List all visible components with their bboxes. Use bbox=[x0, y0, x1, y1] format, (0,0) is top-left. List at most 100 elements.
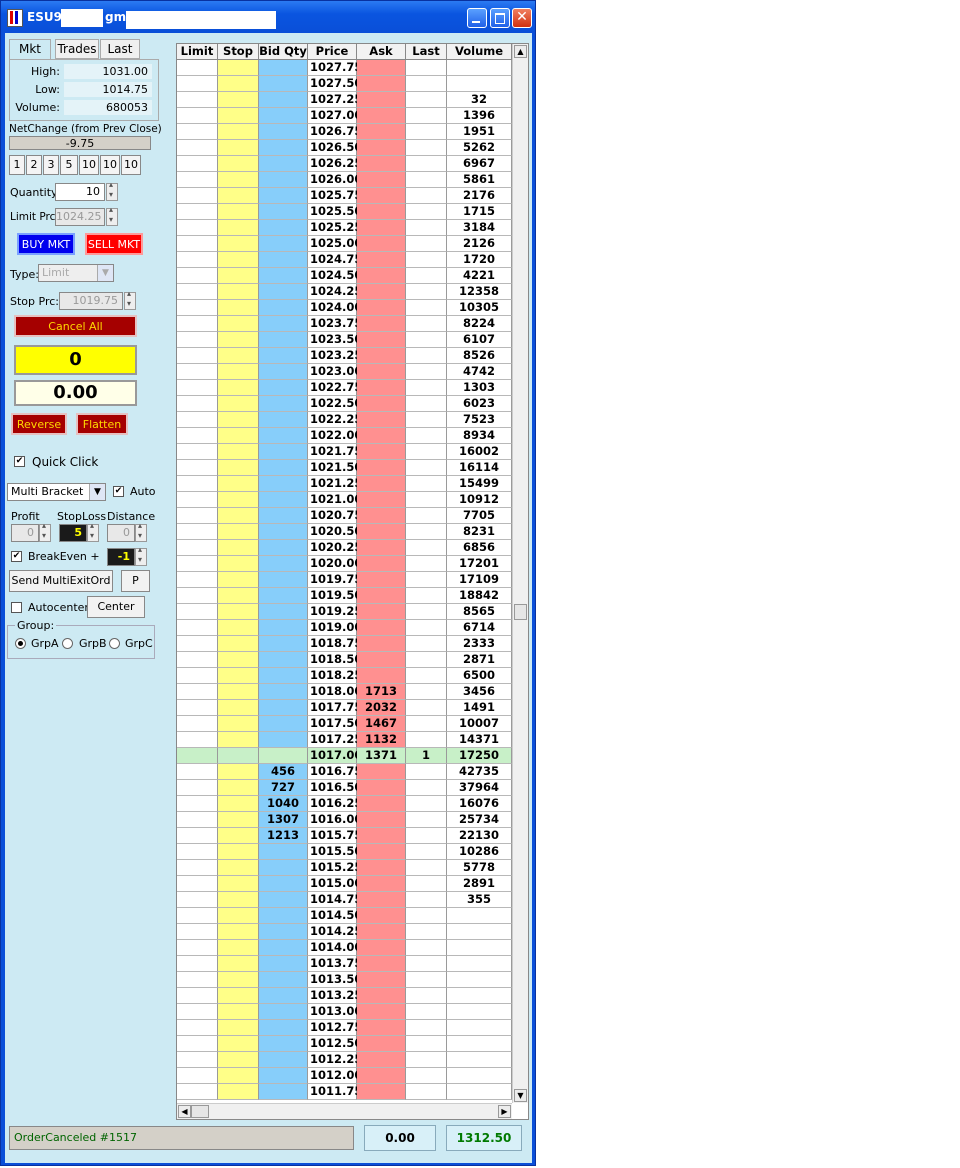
bid-qty-cell[interactable] bbox=[259, 732, 308, 748]
bid-qty-cell[interactable] bbox=[259, 604, 308, 620]
vertical-scrollbar[interactable]: ▲ ▼ bbox=[512, 44, 528, 1103]
stop-cell[interactable] bbox=[218, 188, 259, 204]
limit-cell[interactable] bbox=[177, 668, 218, 684]
ask-qty-cell[interactable]: 1713 bbox=[357, 684, 406, 700]
limit-cell[interactable] bbox=[177, 924, 218, 940]
bid-qty-cell[interactable] bbox=[259, 236, 308, 252]
stop-cell[interactable] bbox=[218, 844, 259, 860]
bid-qty-cell[interactable] bbox=[259, 364, 308, 380]
limit-cell[interactable] bbox=[177, 332, 218, 348]
ask-qty-cell[interactable] bbox=[357, 1020, 406, 1036]
ask-qty-cell[interactable] bbox=[357, 156, 406, 172]
ask-qty-cell[interactable] bbox=[357, 668, 406, 684]
bid-qty-cell[interactable] bbox=[259, 380, 308, 396]
group-radio-a[interactable] bbox=[15, 638, 26, 649]
limit-cell[interactable] bbox=[177, 876, 218, 892]
stop-cell[interactable] bbox=[218, 156, 259, 172]
ask-qty-cell[interactable] bbox=[357, 428, 406, 444]
autocenter-checkbox[interactable] bbox=[11, 602, 22, 613]
bid-qty-cell[interactable] bbox=[259, 748, 308, 764]
ask-qty-cell[interactable] bbox=[357, 796, 406, 812]
limit-cell[interactable] bbox=[177, 348, 218, 364]
stop-cell[interactable] bbox=[218, 284, 259, 300]
ask-qty-cell[interactable]: 1371 bbox=[357, 748, 406, 764]
ask-qty-cell[interactable] bbox=[357, 316, 406, 332]
bid-qty-cell[interactable] bbox=[259, 140, 308, 156]
stop-cell[interactable] bbox=[218, 236, 259, 252]
bid-qty-cell[interactable]: 456 bbox=[259, 764, 308, 780]
bid-qty-cell[interactable] bbox=[259, 876, 308, 892]
qty-button-10b[interactable]: 10 bbox=[100, 155, 120, 175]
bracket-mode-select[interactable]: Multi Bracket ▼ bbox=[7, 483, 106, 501]
stop-cell[interactable] bbox=[218, 172, 259, 188]
ask-qty-cell[interactable] bbox=[357, 1052, 406, 1068]
bid-qty-cell[interactable] bbox=[259, 300, 308, 316]
bid-qty-cell[interactable] bbox=[259, 924, 308, 940]
bid-qty-cell[interactable] bbox=[259, 348, 308, 364]
stop-cell[interactable] bbox=[218, 380, 259, 396]
tab-last[interactable]: Last bbox=[100, 39, 140, 59]
scroll-up-button[interactable]: ▲ bbox=[514, 45, 527, 58]
limit-cell[interactable] bbox=[177, 844, 218, 860]
stop-cell[interactable] bbox=[218, 700, 259, 716]
ask-qty-cell[interactable] bbox=[357, 172, 406, 188]
stop-cell[interactable] bbox=[218, 476, 259, 492]
bid-qty-cell[interactable] bbox=[259, 1084, 308, 1100]
limit-cell[interactable] bbox=[177, 540, 218, 556]
stop-cell[interactable] bbox=[218, 412, 259, 428]
limit-cell[interactable] bbox=[177, 1036, 218, 1052]
limit-cell[interactable] bbox=[177, 60, 218, 76]
ask-qty-cell[interactable] bbox=[357, 988, 406, 1004]
stop-cell[interactable] bbox=[218, 444, 259, 460]
stop-cell[interactable] bbox=[218, 716, 259, 732]
limit-cell[interactable] bbox=[177, 156, 218, 172]
bid-qty-cell[interactable] bbox=[259, 684, 308, 700]
quantity-stepper[interactable] bbox=[106, 180, 118, 201]
send-multi-exit-button[interactable]: Send MultiExitOrd bbox=[9, 570, 113, 592]
stop-cell[interactable] bbox=[218, 972, 259, 988]
limit-cell[interactable] bbox=[177, 1004, 218, 1020]
breakeven-checkbox[interactable]: ✔ bbox=[11, 551, 22, 562]
limit-cell[interactable] bbox=[177, 364, 218, 380]
limit-cell[interactable] bbox=[177, 1052, 218, 1068]
group-radio-b[interactable] bbox=[62, 638, 73, 649]
limit-cell[interactable] bbox=[177, 444, 218, 460]
limit-cell[interactable] bbox=[177, 252, 218, 268]
minimize-button[interactable] bbox=[467, 8, 487, 28]
stop-cell[interactable] bbox=[218, 332, 259, 348]
stop-cell[interactable] bbox=[218, 204, 259, 220]
hscroll-thumb[interactable] bbox=[191, 1105, 209, 1118]
scroll-thumb[interactable] bbox=[514, 604, 527, 620]
stop-cell[interactable] bbox=[218, 924, 259, 940]
limit-price-input[interactable]: 1024.25 bbox=[55, 208, 105, 226]
stop-cell[interactable] bbox=[218, 812, 259, 828]
sell-market-button[interactable]: SELL MKT bbox=[85, 233, 143, 255]
limit-cell[interactable] bbox=[177, 1020, 218, 1036]
limit-cell[interactable] bbox=[177, 556, 218, 572]
stop-cell[interactable] bbox=[218, 492, 259, 508]
limit-cell[interactable] bbox=[177, 76, 218, 92]
limit-cell[interactable] bbox=[177, 892, 218, 908]
bid-qty-cell[interactable] bbox=[259, 204, 308, 220]
bid-qty-cell[interactable]: 1307 bbox=[259, 812, 308, 828]
bid-qty-cell[interactable] bbox=[259, 892, 308, 908]
bid-qty-cell[interactable] bbox=[259, 172, 308, 188]
bid-qty-cell[interactable] bbox=[259, 284, 308, 300]
horizontal-scrollbar[interactable]: ◀ ▶ bbox=[177, 1103, 512, 1119]
distance-input[interactable]: 0 bbox=[107, 524, 135, 542]
stop-price-stepper[interactable] bbox=[124, 289, 136, 310]
bid-qty-cell[interactable] bbox=[259, 572, 308, 588]
ask-qty-cell[interactable] bbox=[357, 60, 406, 76]
stop-cell[interactable] bbox=[218, 428, 259, 444]
ask-qty-cell[interactable] bbox=[357, 332, 406, 348]
stop-cell[interactable] bbox=[218, 876, 259, 892]
stop-cell[interactable] bbox=[218, 76, 259, 92]
stop-cell[interactable] bbox=[218, 396, 259, 412]
ask-qty-cell[interactable] bbox=[357, 828, 406, 844]
ask-qty-cell[interactable] bbox=[357, 908, 406, 924]
stop-cell[interactable] bbox=[218, 956, 259, 972]
limit-cell[interactable] bbox=[177, 812, 218, 828]
p-button[interactable]: P bbox=[121, 570, 150, 592]
ask-qty-cell[interactable] bbox=[357, 220, 406, 236]
limit-cell[interactable] bbox=[177, 204, 218, 220]
